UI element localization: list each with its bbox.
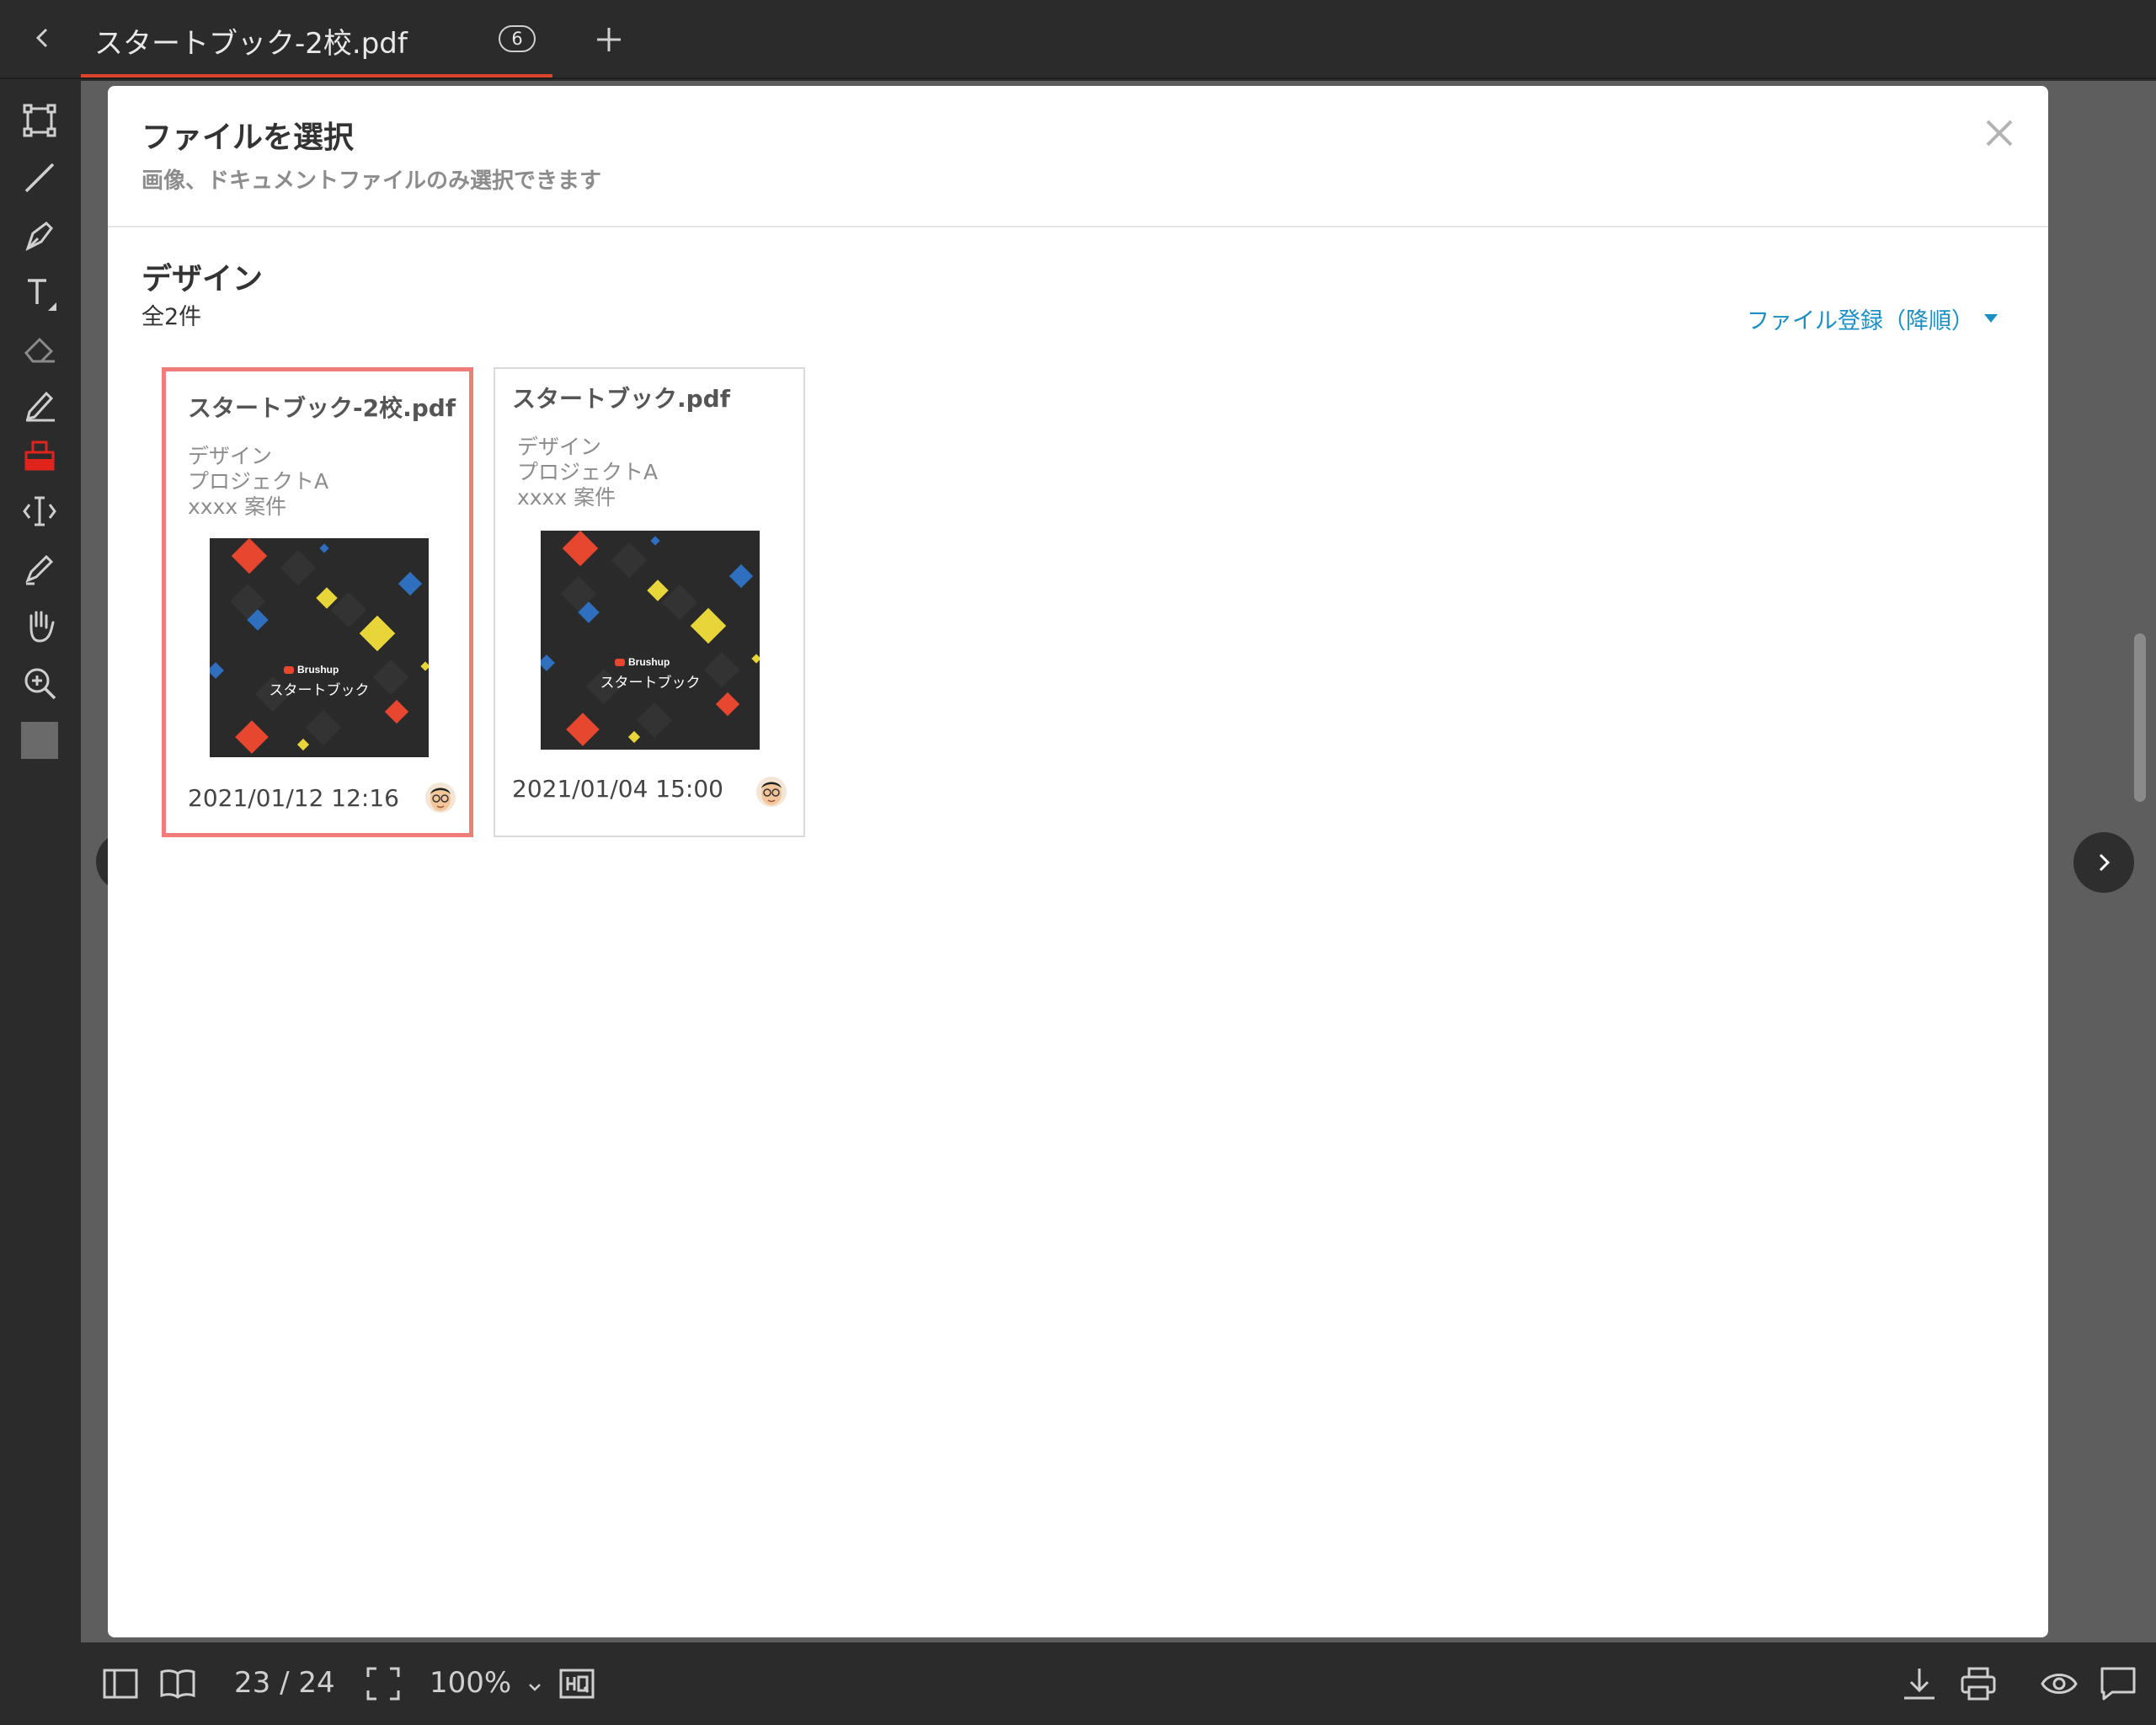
chevron-down-icon [529,1684,541,1691]
file-tab[interactable]: スタートブック-2校.pdf 6 [81,0,552,77]
rectangle-tool[interactable] [17,98,62,143]
file-card-selected[interactable]: スタートブック-2校.pdf デザイン プロジェクトA xxxx 案件 Brus… [162,367,473,837]
sort-label: ファイル登録（降順） [1747,307,1974,334]
thumb-brand: Brushup [297,664,339,676]
zoom-select[interactable]: 100% [430,1666,542,1700]
text-cursor-tool[interactable] [17,489,62,534]
edit-pencil-tool[interactable] [17,381,62,426]
close-button[interactable] [1976,109,2023,157]
fullscreen-button[interactable] [364,1664,403,1703]
zoom-in-icon [24,668,56,700]
file-project: プロジェクトA [188,469,329,494]
top-bar: スタートブック-2校.pdf 6 [0,0,2156,79]
file-name: スタートブック.pdf [512,385,730,413]
hand-icon [29,611,55,643]
chevron-right-icon [2099,853,2111,872]
preview-button[interactable] [2040,1664,2079,1703]
next-page-button[interactable] [2073,832,2134,893]
caret-down-icon [1984,314,1998,323]
color-swatch-icon [21,722,58,759]
back-button[interactable] [24,19,62,57]
file-select-modal: ファイルを選択 画像、ドキュメントファイルのみ選択できます デザイン 全2件 フ… [108,86,2048,1637]
file-date: 2021/01/12 12:16 [188,784,399,812]
comment-icon [2100,1667,2136,1701]
thumb-brand: Brushup [628,656,670,668]
text-tool[interactable] [17,270,62,315]
file-folder: デザイン [517,435,602,459]
eraser-icon [24,337,55,363]
version-badge[interactable]: 6 [499,25,536,52]
scrollbar-thumb[interactable] [2134,633,2146,802]
fullscreen-icon [366,1667,400,1701]
add-tab-button[interactable] [590,20,628,59]
edit-pencil-icon [25,391,55,422]
text-cursor-icon [23,496,56,526]
file-date: 2021/01/04 15:00 [512,775,723,803]
line-icon [24,163,55,193]
modal-subtitle: 画像、ドキュメントファイルのみ選択できます [141,168,602,194]
plus-icon [597,28,621,51]
chevron-left-icon [35,28,48,48]
close-icon [1986,120,2013,147]
bottom-toolbar: 23 / 24 100% [81,1642,2156,1725]
file-count: 全2件 [141,304,202,330]
left-toolbar [0,81,79,1725]
file-case: xxxx 案件 [517,485,616,510]
highlighter-tool[interactable] [17,546,62,591]
hq-icon [559,1669,595,1699]
sidebar-icon [103,1669,138,1699]
hand-tool[interactable] [17,603,62,649]
file-name: スタートブック-2校.pdf [188,394,456,422]
color-swatch[interactable] [17,718,62,763]
stamp-tool[interactable] [17,435,62,480]
file-folder: デザイン [188,444,273,468]
thumb-title: スタートブック [270,681,370,699]
book-icon [160,1669,195,1699]
file-project: プロジェクトA [517,460,659,484]
folder-title: デザイン [141,262,264,296]
print-button[interactable] [1959,1664,1998,1703]
comment-button[interactable] [2099,1664,2137,1703]
page-view-button[interactable] [158,1664,197,1703]
rectangle-icon [23,104,56,137]
avatar [425,782,456,813]
highlighter-icon [25,554,54,585]
file-case: xxxx 案件 [188,494,287,519]
eye-icon [2041,1674,2078,1694]
pen-tool[interactable] [17,212,62,258]
sidebar-toggle-button[interactable] [101,1664,140,1703]
file-tab-title: スタートブック-2校.pdf [94,27,408,61]
zoom-tool[interactable] [17,660,62,706]
text-icon [28,279,56,311]
file-card[interactable]: スタートブック.pdf デザイン プロジェクトA xxxx 案件 Brushup… [494,367,805,837]
thumb-title: スタートブック [600,674,701,692]
page-indicator: 23 / 24 [234,1666,335,1700]
sort-dropdown[interactable]: ファイル登録（降順） [1747,302,1998,335]
file-thumbnail: Brushup スタートブック [541,531,760,750]
hq-button[interactable] [558,1664,596,1703]
print-icon [1961,1667,1996,1701]
download-button[interactable] [1900,1664,1939,1703]
download-icon [1904,1669,1935,1700]
modal-header: ファイルを選択 画像、ドキュメントファイルのみ選択できます [108,86,2048,227]
line-tool[interactable] [17,155,62,200]
eraser-tool[interactable] [17,327,62,372]
stamp-icon [24,441,55,471]
modal-title: ファイルを選択 [141,120,355,155]
pen-icon [25,222,53,251]
file-thumbnail: Brushup スタートブック [210,538,429,757]
zoom-value: 100% [430,1666,512,1700]
avatar [756,777,787,807]
